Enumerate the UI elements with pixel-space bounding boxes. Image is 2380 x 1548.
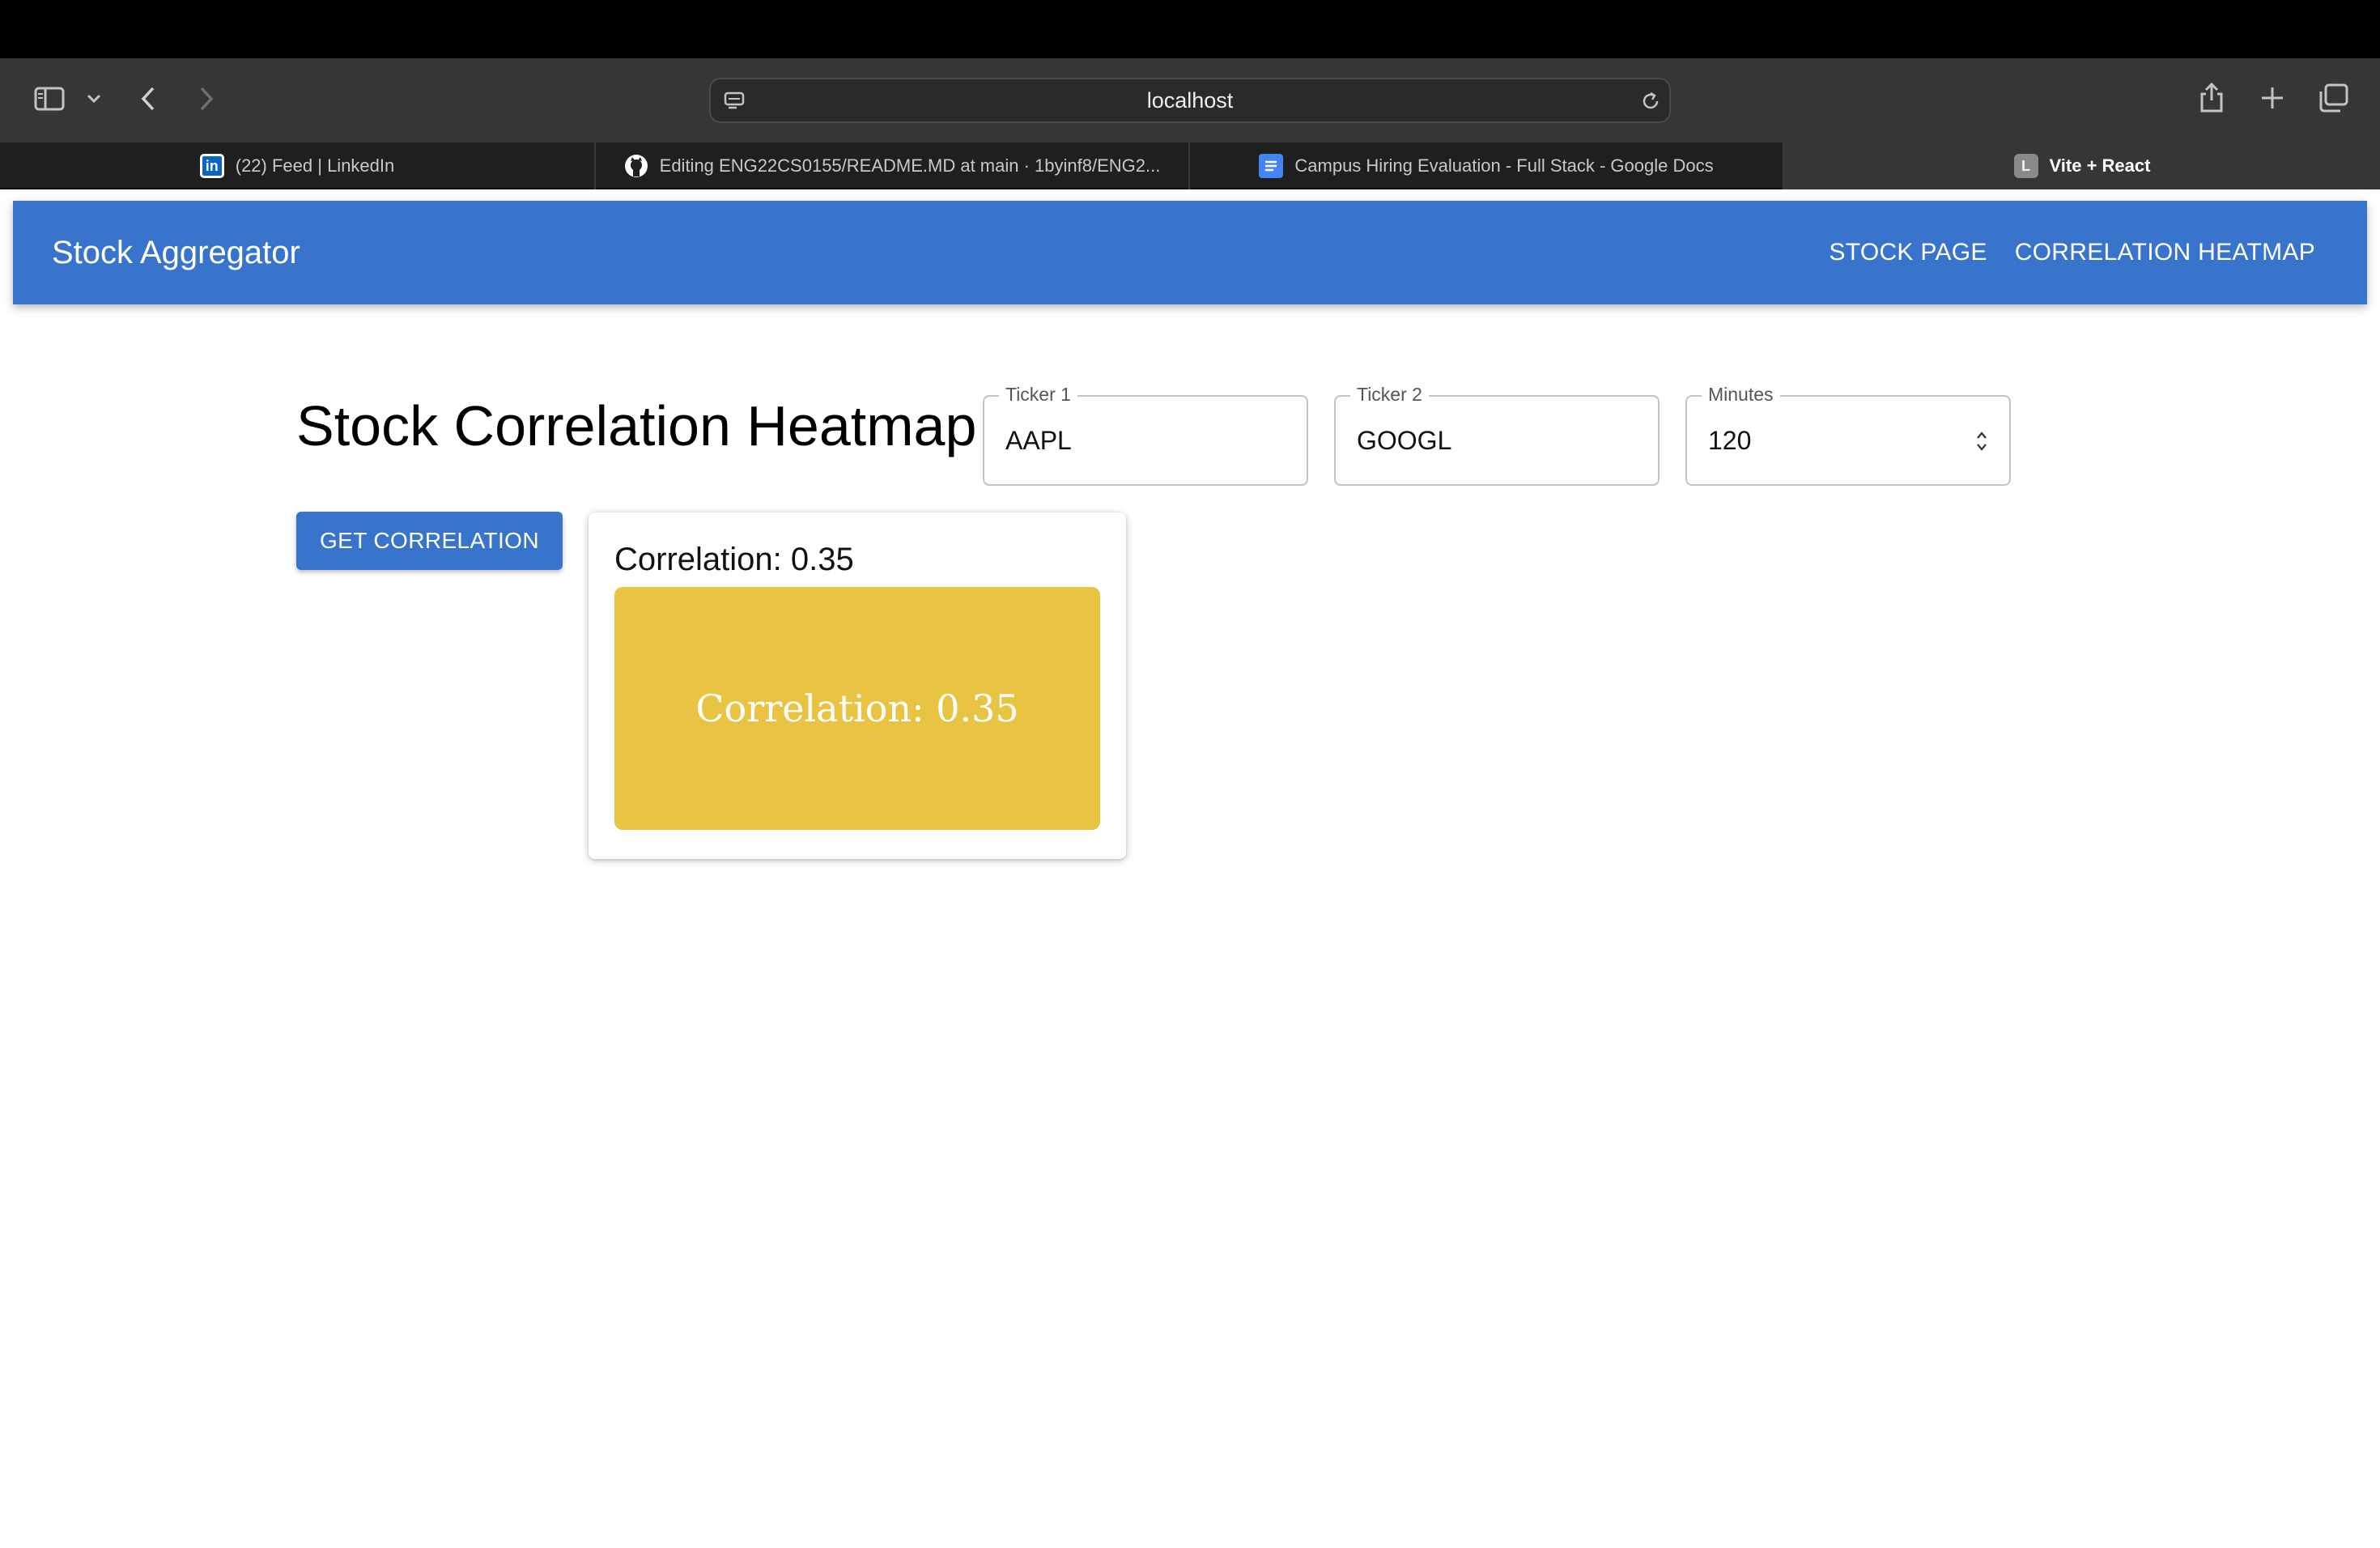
minutes-field[interactable]: Minutes 120 (1685, 384, 2011, 486)
app-bar: Stock Aggregator STOCK PAGE CORRELATION … (13, 201, 2367, 304)
nav-links: STOCK PAGE CORRELATION HEATMAP (1829, 201, 2315, 304)
vite-letter-icon: L (2013, 154, 2038, 178)
new-tab-icon[interactable] (2259, 84, 2286, 112)
tab-overview-icon[interactable] (2317, 83, 2349, 113)
tab-label: (22) Feed | LinkedIn (235, 155, 395, 176)
tab-label: Vite + React (2049, 155, 2151, 176)
system-menu-bar (0, 0, 2380, 58)
number-stepper-icon[interactable] (1974, 429, 1990, 453)
forward-icon[interactable] (194, 84, 219, 113)
linkedin-icon: in (199, 154, 224, 178)
tab-linkedin[interactable]: in (22) Feed | LinkedIn (0, 142, 596, 189)
nav-correlation-heatmap[interactable]: CORRELATION HEATMAP (2015, 239, 2315, 266)
brand-title: Stock Aggregator (52, 234, 300, 270)
tab-google-docs[interactable]: Campus Hiring Evaluation - Full Stack - … (1190, 142, 1784, 189)
ticker2-field[interactable]: Ticker 2 GOOGL (1334, 384, 1660, 486)
minutes-input[interactable]: 120 (1708, 397, 1751, 484)
ticker2-input[interactable]: GOOGL (1357, 397, 1451, 484)
correlation-title: Correlation: 0.35 (614, 542, 854, 577)
github-icon (624, 154, 648, 178)
tab-label: Campus Hiring Evaluation - Full Stack - … (1294, 155, 1714, 176)
heatmap-cell: Correlation: 0.35 (614, 587, 1100, 830)
page-title: Stock Correlation Heatmap (296, 394, 977, 457)
sidebar-toggle-icon[interactable] (32, 83, 66, 115)
google-docs-icon (1259, 154, 1284, 178)
ticker1-field[interactable]: Ticker 1 AAPL (983, 384, 1308, 486)
address-bar[interactable]: localhost (709, 78, 1671, 123)
url-text: localhost (1146, 87, 1234, 113)
share-icon[interactable] (2197, 79, 2226, 115)
reload-icon[interactable] (1638, 89, 1663, 113)
get-correlation-button[interactable]: GET CORRELATION (296, 512, 563, 570)
tab-bar: in (22) Feed | LinkedIn Editing ENG22CS0… (0, 142, 2380, 189)
tab-label: Editing ENG22CS0155/README.MD at main · … (659, 155, 1161, 176)
nav-stock-page[interactable]: STOCK PAGE (1829, 239, 1987, 266)
ticker1-input[interactable]: AAPL (1005, 397, 1072, 484)
tab-github[interactable]: Editing ENG22CS0155/README.MD at main · … (596, 142, 1190, 189)
chevron-down-icon[interactable] (84, 89, 104, 108)
tab-vite-react[interactable]: L Vite + React (1784, 142, 2380, 189)
heatmap-cell-label: Correlation: 0.35 (695, 687, 1019, 730)
correlation-result-card: Correlation: 0.35 Correlation: 0.35 (589, 512, 1126, 859)
app-viewport: Stock Aggregator STOCK PAGE CORRELATION … (0, 191, 2380, 1548)
back-icon[interactable] (136, 84, 160, 113)
